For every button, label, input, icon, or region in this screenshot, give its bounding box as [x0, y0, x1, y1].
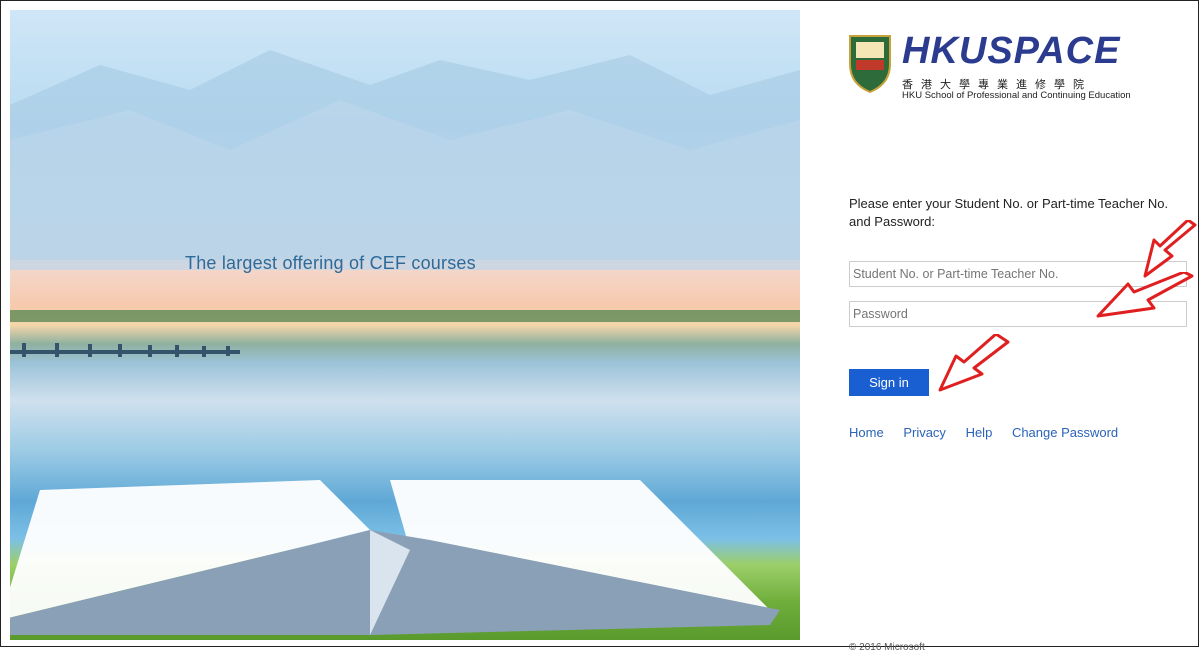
logo-english-text: HKU School of Professional and Continuin…: [902, 90, 1131, 101]
hero-tagline: The largest offering of CEF courses: [185, 253, 476, 273]
landscape-graphic: [10, 50, 800, 635]
signin-button[interactable]: Sign in: [849, 369, 929, 396]
university-crest-icon: [849, 35, 891, 94]
annotation-arrow-icon: [1096, 272, 1194, 318]
hkuspace-logo: HKUSPACE 香港大學專業進修學院 HKU School of Profes…: [844, 30, 1164, 101]
annotation-arrow-icon: [938, 334, 1010, 392]
change-password-link[interactable]: Change Password: [1012, 425, 1118, 440]
home-link[interactable]: Home: [849, 425, 884, 440]
help-link[interactable]: Help: [966, 425, 993, 440]
footer-links: Home Privacy Help Change Password: [849, 425, 1134, 440]
privacy-link[interactable]: Privacy: [903, 425, 946, 440]
copyright-text: © 2016 Microsoft: [849, 642, 925, 653]
signin-prompt: Please enter your Student No. or Part-ti…: [849, 196, 1169, 229]
hero-illustration: The largest offering of CEF courses: [10, 10, 800, 640]
logo-brand-text: HKUSPACE: [902, 30, 1121, 72]
